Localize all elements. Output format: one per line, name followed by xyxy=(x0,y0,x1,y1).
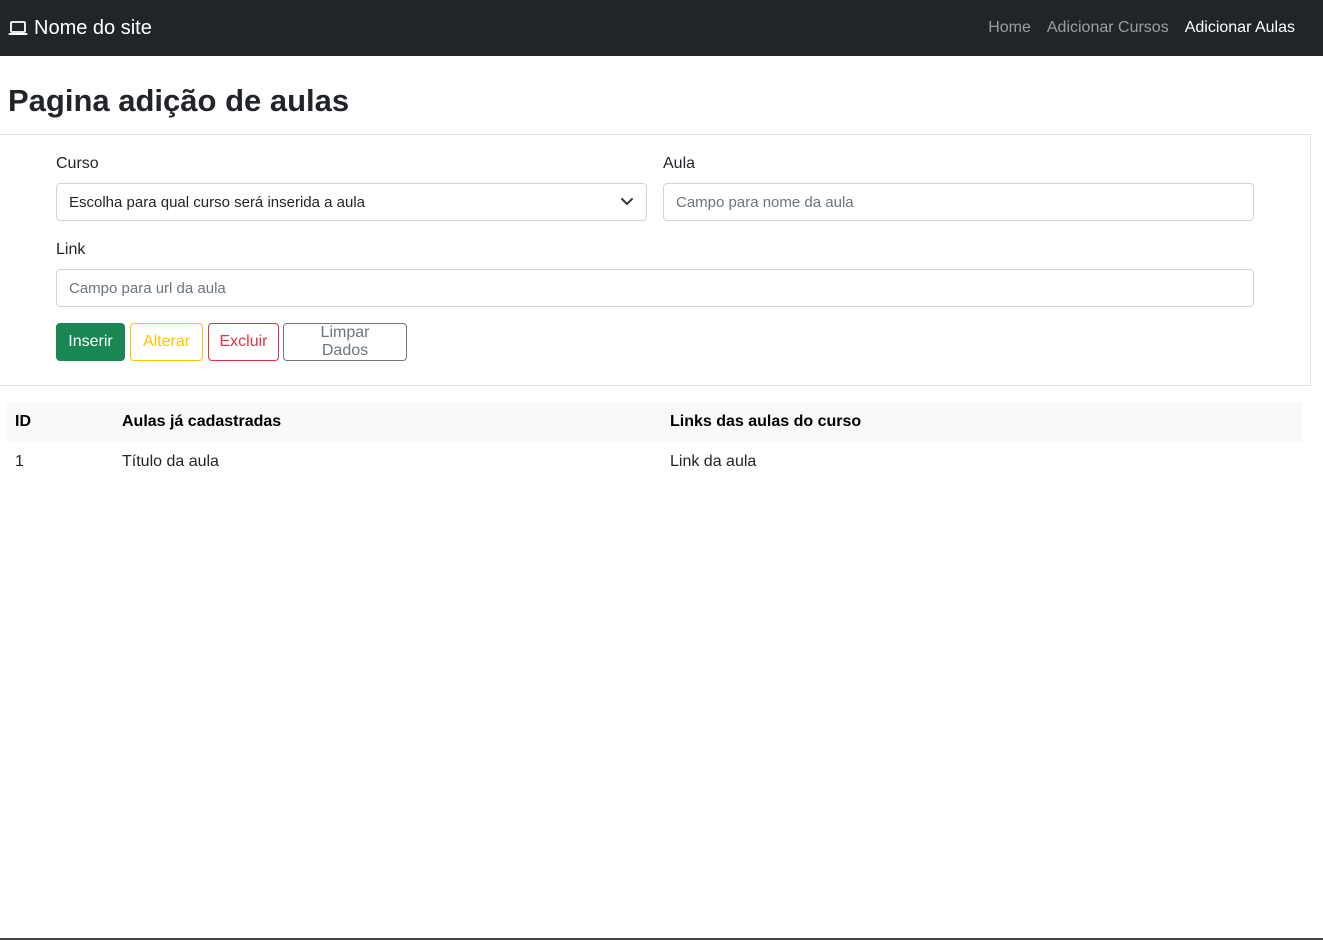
brand-link[interactable]: Nome do site xyxy=(8,14,152,42)
curso-select[interactable]: Escolha para qual curso será inserida a … xyxy=(56,183,647,221)
page-title: Pagina adição de aulas xyxy=(8,83,350,118)
nav-link-adicionar-cursos[interactable]: Adicionar Cursos xyxy=(1047,17,1169,39)
link-label: Link xyxy=(56,241,86,258)
column-header-links: Links das aulas do curso xyxy=(670,413,862,430)
alterar-button[interactable]: Alterar xyxy=(130,323,203,361)
column-header-id: ID xyxy=(15,413,31,430)
chevron-down-icon xyxy=(620,197,634,207)
column-header-aulas: Aulas já cadastradas xyxy=(122,413,282,430)
aula-label: Aula xyxy=(663,155,696,172)
excluir-button[interactable]: Excluir xyxy=(208,323,279,361)
aulas-table: ID Aulas já cadastradas Links das aulas … xyxy=(7,402,1303,482)
cell-id: 1 xyxy=(15,453,24,470)
laptop-icon xyxy=(8,20,28,36)
aula-input[interactable] xyxy=(663,183,1254,221)
table-header-row: ID Aulas já cadastradas Links das aulas … xyxy=(7,402,1303,442)
nav-links: Home Adicionar Cursos Adicionar Aulas xyxy=(988,17,1295,39)
cell-title: Título da aula xyxy=(122,453,219,470)
inserir-button[interactable]: Inserir xyxy=(56,323,125,361)
nav-link-home[interactable]: Home xyxy=(988,17,1031,39)
navbar: Nome do site Home Adicionar Cursos Adici… xyxy=(0,0,1323,56)
nav-link-adicionar-aulas[interactable]: Adicionar Aulas xyxy=(1185,17,1295,39)
table-row[interactable]: 1 Título da aula Link da aula xyxy=(7,442,1303,482)
link-input[interactable] xyxy=(56,269,1254,307)
cell-link: Link da aula xyxy=(670,453,757,470)
curso-label: Curso xyxy=(56,155,99,172)
brand-label: Nome do site xyxy=(34,16,152,39)
curso-select-value: Escolha para qual curso será inserida a … xyxy=(69,193,366,211)
limpar-dados-button[interactable]: Limpar Dados xyxy=(283,323,407,361)
